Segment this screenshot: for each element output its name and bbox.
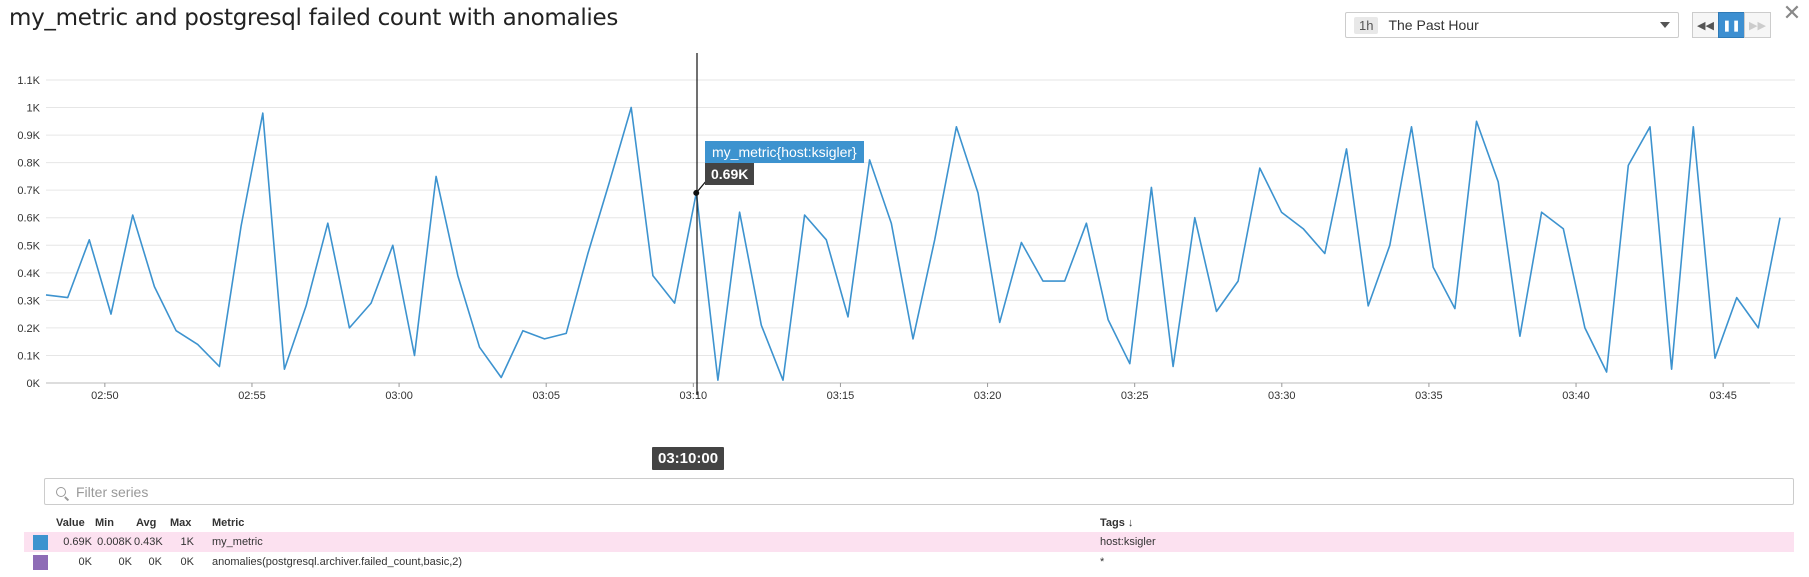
timeframe-select[interactable]: 1h The Past Hour bbox=[1345, 12, 1679, 38]
x-tick-label: 03:35 bbox=[1415, 390, 1443, 402]
legend-row-value: 0.69K bbox=[63, 536, 92, 548]
x-tick-label: 03:15 bbox=[827, 390, 855, 402]
legend-row-avg: 0.43K bbox=[134, 536, 163, 548]
rewind-icon[interactable]: ◀◀ bbox=[1692, 12, 1719, 38]
legend-row-value: 0K bbox=[78, 556, 92, 568]
x-tick-label: 03:00 bbox=[385, 390, 413, 402]
timeseries-chart[interactable]: 0K 0.1K 0.2K 0.3K 0.4K 0.5K 0.6K 0.7K 0.8K 0.9K 1K… bbox=[0, 50, 1809, 450]
y-tick-label: 0K bbox=[27, 378, 41, 390]
legend-row-max: 0K bbox=[180, 556, 194, 568]
y-axis: 0K 0.1K 0.2K 0.3K 0.4K 0.5K 0.6K 0.7K 0.8K 0.9K 1K… bbox=[17, 75, 40, 390]
y-tick-label: 0.6K bbox=[17, 213, 40, 225]
search-icon bbox=[56, 486, 66, 497]
legend-row[interactable]: 0.69K 0.008K 0.43K 1K my_metric host:ksi… bbox=[24, 532, 1794, 552]
legend-row[interactable]: 0K 0K 0K 0K anomalies(postgresql.archive… bbox=[24, 552, 1794, 572]
legend-header-value[interactable]: Value bbox=[56, 517, 85, 529]
legend-row-tags: * bbox=[1100, 556, 1105, 568]
x-tick-label: 03:20 bbox=[974, 390, 1002, 402]
legend-row-swatch bbox=[33, 555, 48, 570]
playback-controls: ◀◀ ❚❚ ▶▶ bbox=[1692, 12, 1771, 38]
tooltip-value: 0.69K bbox=[705, 163, 755, 185]
legend-row-min: 0K bbox=[118, 556, 132, 568]
chart-grid bbox=[46, 79, 1795, 384]
legend-header-metric[interactable]: Metric bbox=[212, 517, 244, 529]
series-line-my-metric bbox=[45, 106, 1781, 381]
crosshair-time-label: 03:10:00 bbox=[652, 447, 725, 470]
fast-forward-icon[interactable]: ▶▶ bbox=[1744, 12, 1771, 38]
x-tick-label: 03:40 bbox=[1562, 390, 1590, 402]
x-tick-label: 03:30 bbox=[1268, 390, 1296, 402]
y-tick-label: 1.1K bbox=[17, 75, 40, 87]
filter-series-field[interactable] bbox=[44, 478, 1794, 505]
x-tick-label: 02:50 bbox=[91, 390, 119, 402]
y-tick-label: 0.5K bbox=[17, 240, 40, 252]
filter-series-input[interactable] bbox=[74, 482, 1678, 501]
y-tick-label: 1K bbox=[27, 103, 41, 115]
y-tick-label: 0.8K bbox=[17, 158, 40, 170]
pause-icon[interactable]: ❚❚ bbox=[1718, 12, 1745, 38]
x-tick-label: 03:25 bbox=[1121, 390, 1149, 402]
close-icon[interactable]: ✕ bbox=[1781, 2, 1803, 24]
legend-row-metric: my_metric bbox=[212, 536, 263, 548]
legend-header-max[interactable]: Max bbox=[170, 517, 191, 529]
legend-header: Value Min Avg Max Metric Tags ↓ bbox=[24, 514, 1794, 532]
series-legend: Value Min Avg Max Metric Tags ↓ 0.69K 0.… bbox=[24, 514, 1794, 572]
timeframe-abbr-badge: 1h bbox=[1354, 16, 1379, 34]
x-tick-label: 03:10 bbox=[680, 390, 708, 402]
legend-header-avg[interactable]: Avg bbox=[136, 517, 156, 529]
legend-header-tags[interactable]: Tags ↓ bbox=[1100, 517, 1133, 529]
legend-row-avg: 0K bbox=[148, 556, 162, 568]
x-tick-label: 03:05 bbox=[532, 390, 560, 402]
chevron-down-icon bbox=[1660, 22, 1670, 28]
y-tick-label: 0.7K bbox=[17, 185, 40, 197]
timeframe-label: The Past Hour bbox=[1388, 17, 1479, 33]
x-axis: 02:50 02:55 03:00 03:05 03:10 03:15 03:20 03:25… bbox=[91, 383, 1737, 402]
legend-header-min[interactable]: Min bbox=[95, 517, 114, 529]
page-title: my_metric and postgresql failed count wi… bbox=[9, 5, 619, 31]
legend-row-swatch bbox=[33, 535, 48, 550]
y-tick-label: 0.4K bbox=[17, 268, 40, 280]
y-tick-label: 0.3K bbox=[17, 295, 40, 307]
x-tick-label: 02:55 bbox=[238, 390, 266, 402]
legend-row-tags: host:ksigler bbox=[1100, 536, 1156, 548]
x-tick-label: 03:45 bbox=[1709, 390, 1737, 402]
y-tick-label: 0.2K bbox=[17, 323, 40, 335]
y-tick-label: 0.1K bbox=[17, 350, 40, 362]
y-tick-label: 0.9K bbox=[17, 130, 40, 142]
legend-row-metric: anomalies(postgresql.archiver.failed_cou… bbox=[212, 556, 463, 568]
tooltip-series-name: my_metric{host:ksigler} bbox=[705, 141, 864, 163]
legend-row-max: 1K bbox=[180, 536, 194, 548]
legend-row-min: 0.008K bbox=[97, 536, 132, 548]
